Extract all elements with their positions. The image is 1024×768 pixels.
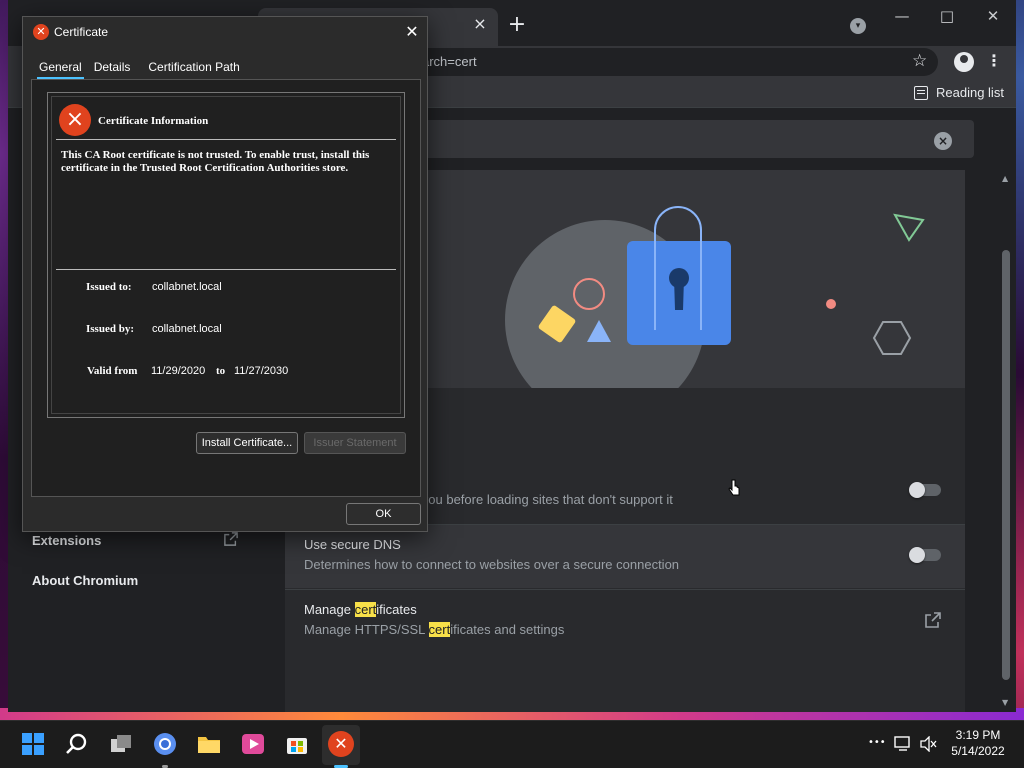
new-tab-button[interactable]: +: [506, 12, 528, 38]
tray-overflow-icon[interactable]: •••: [868, 733, 886, 753]
reading-list-label: Reading list: [936, 85, 1004, 100]
scrollbar-thumb[interactable]: [1002, 250, 1010, 680]
certificate-taskbar-icon[interactable]: ✕: [328, 731, 354, 757]
issued-by-value: collabnet.local: [152, 323, 222, 335]
certificate-info-box: × Certificate Information This CA Root c…: [47, 92, 405, 418]
maximize-button[interactable]: □: [933, 6, 961, 26]
secure-dns-toggle[interactable]: [909, 547, 941, 563]
issuer-statement-button[interactable]: Issuer Statement: [304, 432, 406, 454]
valid-from-value: 11/29/2020: [151, 365, 206, 377]
tab-general[interactable]: General: [33, 57, 88, 79]
ok-button[interactable]: OK: [346, 503, 421, 525]
external-link-icon[interactable]: [224, 532, 238, 546]
task-view-icon[interactable]: [108, 731, 134, 757]
close-window-button[interactable]: ✕: [979, 6, 1007, 26]
menu-icon[interactable]: ⋮: [986, 51, 1002, 71]
scrollbar[interactable]: ▲ ▼: [998, 170, 1016, 712]
issued-to-value: collabnet.local: [152, 281, 222, 293]
clock-date: 5/14/2022: [951, 744, 1005, 758]
cert-error-icon: ×: [59, 104, 91, 136]
secure-dns-row[interactable]: Use secure DNS Determines how to connect…: [285, 524, 965, 588]
dialog-tabs: General Details Certification Path: [33, 57, 246, 79]
start-icon[interactable]: [20, 731, 46, 757]
certificate-app-icon: ✕: [33, 24, 49, 40]
valid-to-label: to: [216, 365, 226, 377]
divider: [56, 269, 396, 270]
illustration-hexagon: [872, 321, 912, 355]
manage-certificates-row[interactable]: Manage certificates Manage HTTPS/SSL cer…: [285, 589, 965, 653]
hand-cursor-icon: [728, 479, 740, 496]
illustration-dot: [826, 299, 836, 309]
tab-close-icon[interactable]: ×: [470, 14, 490, 34]
cert-row-title: Manage certificates: [304, 602, 417, 617]
illustration-outline-triangle: [893, 213, 925, 242]
search-icon[interactable]: [64, 731, 90, 757]
clock-time: 3:19 PM: [955, 728, 1001, 742]
clear-search-icon[interactable]: ×: [934, 132, 952, 150]
dialog-body: × Certificate Information This CA Root c…: [31, 79, 421, 497]
valid-from-label: Valid from: [87, 365, 138, 377]
divider: [56, 139, 396, 140]
store-icon[interactable]: [284, 731, 310, 757]
dialog-title: Certificate: [54, 25, 109, 39]
file-explorer-icon[interactable]: [196, 731, 222, 757]
profile-avatar-icon[interactable]: [954, 52, 974, 72]
system-clock[interactable]: 3:19 PM 5/14/2022: [946, 727, 1010, 759]
dns-row-subtitle: Determines how to connect to websites ov…: [304, 557, 680, 572]
dialog-titlebar[interactable]: ✕ Certificate ✕: [23, 17, 427, 49]
chromium-icon[interactable]: [152, 731, 178, 757]
tab-details[interactable]: Details: [88, 57, 137, 79]
reading-list-icon: [914, 85, 928, 100]
bookmark-star-icon[interactable]: ☆: [912, 51, 927, 71]
network-icon[interactable]: [894, 736, 912, 752]
issued-to-label: Issued to:: [86, 281, 132, 293]
https-toggle[interactable]: [909, 482, 941, 498]
cert-info-heading: Certificate Information: [98, 115, 209, 127]
tab-search-icon[interactable]: ▾: [850, 18, 866, 34]
cert-trust-message: This CA Root certificate is not trusted.…: [61, 149, 370, 174]
sidebar-item-about[interactable]: About Chromium: [32, 573, 138, 588]
media-player-icon[interactable]: [240, 731, 266, 757]
external-link-icon[interactable]: [925, 612, 941, 628]
install-certificate-button[interactable]: Install Certificate...: [196, 432, 298, 454]
certificate-dialog: ✕ Certificate ✕ General Details Certific…: [22, 16, 428, 532]
reading-list-button[interactable]: Reading list: [914, 85, 1004, 100]
valid-to-value: 11/27/2030: [234, 365, 289, 377]
cert-row-subtitle: Manage HTTPS/SSL certificates and settin…: [304, 622, 565, 637]
minimize-button[interactable]: —: [888, 6, 916, 26]
sidebar-item-extensions[interactable]: Extensions: [32, 533, 101, 548]
volume-muted-icon[interactable]: [920, 736, 938, 752]
issued-by-label: Issued by:: [86, 323, 134, 335]
address-bar[interactable]: arch=cert ☆: [408, 48, 938, 76]
dns-row-title: Use secure DNS: [304, 537, 401, 552]
tab-certification-path[interactable]: Certification Path: [142, 57, 245, 79]
taskbar: ✕ ••• 3:19 PM 5/14/2022: [0, 720, 1024, 768]
address-text: arch=cert: [422, 54, 477, 69]
dialog-close-icon[interactable]: ✕: [401, 21, 423, 43]
